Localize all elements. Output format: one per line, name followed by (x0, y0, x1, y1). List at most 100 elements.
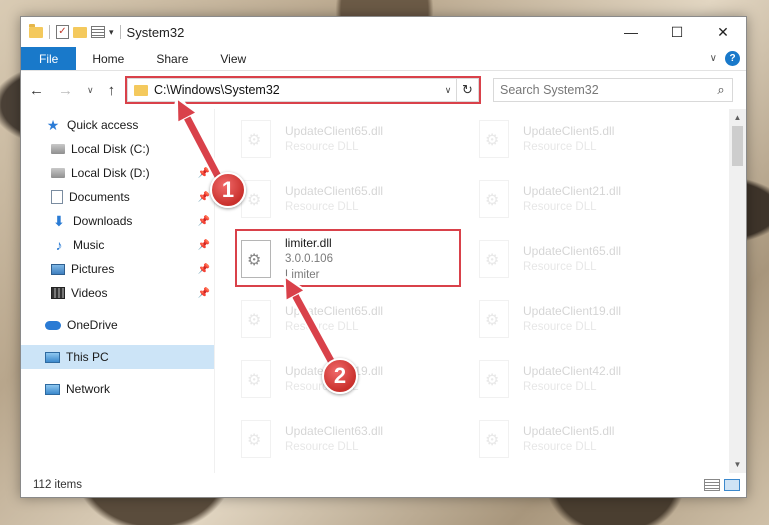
details-view-button[interactable] (704, 479, 720, 491)
title-divider (119, 25, 121, 39)
pin-icon[interactable]: 📌 (198, 168, 210, 179)
sidebar-item-label: Documents (69, 190, 130, 204)
file-item[interactable]: UpdateClient19.dll Resource DLL (473, 289, 711, 349)
scroll-up-button[interactable]: ▲ (729, 109, 746, 126)
pin-icon[interactable]: 📌 (198, 264, 210, 275)
file-item[interactable]: UpdateClient21.dll Resource DLL (473, 169, 711, 229)
videos-icon (51, 287, 65, 299)
back-button[interactable]: ← (29, 82, 44, 99)
window-title: System32 (126, 24, 185, 40)
file-item[interactable]: UpdateClient63.dll Resource DLL (235, 409, 473, 469)
tab-home[interactable]: Home (76, 47, 140, 70)
search-box[interactable]: ⌕ (493, 78, 733, 102)
sidebar-item-videos[interactable]: Videos 📌 (21, 281, 214, 305)
file-list: UpdateClient65.dll Resource DLL UpdateCli… (215, 109, 746, 473)
disk-icon (51, 168, 65, 178)
file-type: Resource DLL (523, 261, 597, 273)
view-options-icon[interactable] (91, 26, 105, 38)
sidebar-item-label: Local Disk (D:) (71, 166, 150, 180)
dll-file-icon (479, 240, 509, 278)
pin-icon[interactable]: 📌 (198, 288, 210, 299)
sidebar-item-pictures[interactable]: Pictures 📌 (21, 257, 214, 281)
dll-file-icon (241, 300, 271, 338)
pictures-icon (51, 263, 65, 275)
minimize-button[interactable]: — (608, 17, 654, 47)
vertical-scrollbar[interactable]: ▲ ▼ (729, 109, 746, 473)
sidebar-item-local-disk-c[interactable]: Local Disk (C:) (21, 137, 214, 161)
sidebar-item-label: Music (73, 238, 105, 252)
sidebar-item-label: Local Disk (C:) (71, 142, 150, 156)
pin-icon[interactable]: 📌 (198, 216, 210, 227)
tab-file[interactable]: File (21, 47, 77, 70)
close-button[interactable]: ✕ (700, 17, 746, 47)
documents-icon (51, 190, 63, 204)
file-type: Resource DLL (523, 201, 597, 213)
file-item[interactable]: UpdateClient65.dll Resource DLL (235, 169, 473, 229)
customize-toolbar-chevron-down-icon[interactable]: ▾ (109, 27, 114, 38)
sidebar-item-local-disk-d[interactable]: Local Disk (D:) 📌 (21, 161, 214, 185)
file-grid: UpdateClient65.dll Resource DLL UpdateCli… (235, 109, 715, 469)
window-controls: — ☐ ✕ (608, 17, 746, 47)
new-folder-icon[interactable] (73, 26, 87, 38)
dll-file-icon (479, 420, 509, 458)
dll-file-icon (241, 420, 271, 458)
scroll-thumb[interactable] (732, 126, 743, 166)
step-badge-2: 2 (322, 358, 358, 394)
star-icon: ★ (46, 116, 60, 133)
pin-icon[interactable]: 📌 (198, 240, 210, 251)
expand-ribbon-chevron-icon[interactable]: ∨ (710, 53, 717, 64)
sidebar-item-quick-access[interactable]: ★ Quick access (21, 113, 214, 137)
large-icons-view-button[interactable] (724, 479, 740, 491)
up-button[interactable]: ↑ (108, 82, 116, 99)
ribbon-tabs: File Home Share View ∨ ? (21, 47, 746, 71)
item-count: 112 items (33, 479, 83, 491)
ribbon-right: ∨ ? (710, 47, 746, 70)
search-input[interactable] (500, 83, 710, 97)
file-name: UpdateClient21.dll (523, 184, 622, 198)
tab-view[interactable]: View (204, 47, 262, 70)
music-icon: ♪ (55, 237, 63, 253)
onedrive-icon (45, 320, 61, 330)
file-type: Limiter (285, 269, 320, 281)
help-icon[interactable]: ? (725, 51, 740, 66)
file-name: UpdateClient42.dll (523, 364, 622, 378)
dll-file-icon (479, 180, 509, 218)
search-icon[interactable]: ⌕ (710, 82, 732, 98)
sidebar-item-label: Videos (71, 286, 108, 300)
address-bar[interactable]: C:\Windows\System32 ∨ ↻ (125, 76, 481, 104)
file-item[interactable]: UpdateClient5.dll Resource DLL (473, 109, 711, 169)
title-bar: ✓ ▾ System32 — ☐ ✕ (21, 17, 746, 47)
file-item[interactable]: UpdateClient65.dll Resource DLL (473, 229, 711, 289)
forward-button[interactable]: → (58, 82, 73, 99)
file-name: limiter.dll (285, 236, 332, 250)
file-item[interactable]: UpdateClient65.dll Resource DLL (235, 289, 473, 349)
file-item[interactable]: UpdateClient65.dll Resource DLL (235, 109, 473, 169)
sidebar-item-music[interactable]: ♪ Music 📌 (21, 233, 214, 257)
scroll-down-button[interactable]: ▼ (729, 456, 746, 473)
maximize-button[interactable]: ☐ (654, 17, 700, 47)
sidebar-item-network[interactable]: Network (21, 377, 214, 401)
pin-icon[interactable]: 📌 (198, 192, 210, 203)
sidebar-item-onedrive[interactable]: OneDrive (21, 313, 214, 337)
tab-share[interactable]: Share (140, 47, 204, 70)
content-area: ★ Quick access Local Disk (C:) Local Dis… (21, 109, 746, 473)
this-pc-icon (45, 351, 60, 363)
file-item[interactable]: UpdateClient5.dll Resource DLL (473, 409, 711, 469)
address-path[interactable]: C:\Windows\System32 (154, 83, 440, 97)
sidebar-item-downloads[interactable]: ⬇ Downloads 📌 (21, 209, 214, 233)
properties-icon[interactable]: ✓ (56, 25, 69, 39)
sidebar-item-label: Network (66, 382, 111, 396)
sidebar-item-label: Quick access (67, 118, 139, 132)
view-toggle (704, 479, 746, 491)
sidebar-item-documents[interactable]: Documents 📌 (21, 185, 214, 209)
address-dropdown-button[interactable]: ∨ (440, 85, 456, 96)
file-type: Resource DLL (285, 321, 359, 333)
file-item[interactable]: UpdateClient42.dll Resource DLL (473, 349, 711, 409)
sidebar-item-this-pc[interactable]: This PC (21, 345, 214, 369)
refresh-button[interactable]: ↻ (456, 79, 478, 101)
file-name: UpdateClient5.dll (523, 124, 615, 138)
file-item-limiter-dll[interactable]: limiter.dll 3.0.0.106 Limiter (235, 229, 473, 289)
address-row: ← → ∨ ↑ C:\Windows\System32 ∨ ↻ ⌕ (21, 71, 746, 109)
step-badge-1: 1 (210, 172, 246, 208)
recent-locations-button[interactable]: ∨ (87, 85, 94, 96)
